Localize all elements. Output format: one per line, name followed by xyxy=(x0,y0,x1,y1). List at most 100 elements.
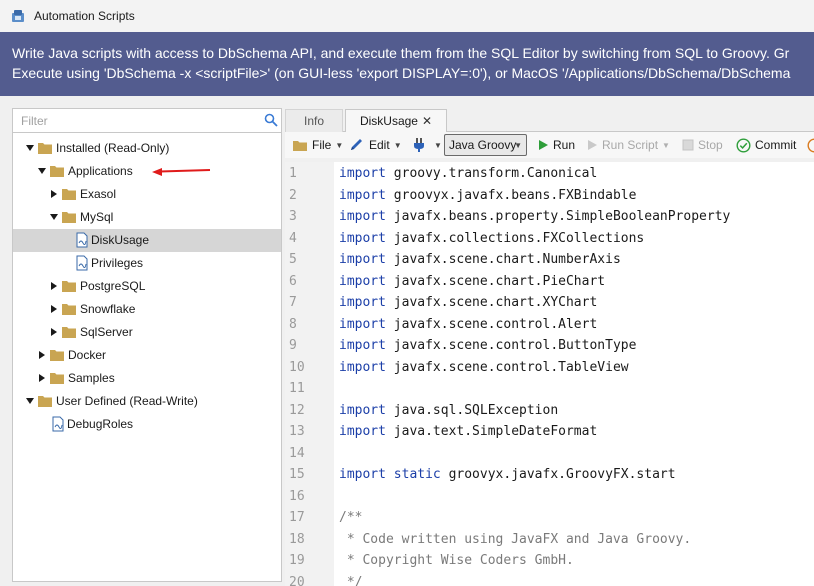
expand-right-icon[interactable] xyxy=(49,304,59,314)
stop-button[interactable]: Stop xyxy=(682,132,723,158)
script-file-icon xyxy=(76,232,88,248)
line-number: 9 xyxy=(289,338,297,353)
code-keyword: import xyxy=(339,359,386,375)
connection-button[interactable]: ▼ xyxy=(412,132,442,158)
tree-script-item[interactable]: DebugRoles xyxy=(13,413,281,436)
code-line: 15 import static groovyx.javafx.GroovyFX.… xyxy=(285,464,814,486)
line-number: 17 xyxy=(289,510,305,525)
expand-right-icon[interactable] xyxy=(49,327,59,337)
code-keyword: import xyxy=(339,209,386,224)
chevron-down-icon: ▼ xyxy=(335,140,344,150)
line-number: 11 xyxy=(289,381,305,396)
code-line: 4 import javafx.collections.FXCollections xyxy=(285,228,814,250)
tree-folder-item[interactable]: Samples xyxy=(13,367,281,390)
code-line: 6 import javafx.scene.chart.PieChart xyxy=(285,271,814,293)
folder-icon xyxy=(293,140,307,151)
commit-button[interactable]: Commit xyxy=(736,132,796,158)
pencil-icon xyxy=(351,139,362,150)
expand-down-icon[interactable] xyxy=(25,396,35,406)
code-comment: */ xyxy=(339,574,363,586)
language-select[interactable]: Java Groovy ▼ xyxy=(444,134,527,156)
folder-icon xyxy=(50,166,64,177)
tree-folder-item[interactable]: User Defined (Read-Write) xyxy=(13,390,281,413)
tree-item-label: MySql xyxy=(80,210,114,224)
code-keyword: import xyxy=(339,316,386,332)
code-identifier: javafx.scene.control.Alert xyxy=(385,316,598,332)
code-identifier: javafx.scene.chart.PieChart xyxy=(385,273,606,289)
folder-icon xyxy=(62,304,76,315)
commit-button-label: Commit xyxy=(755,138,797,152)
code-line: 20 */ xyxy=(285,572,814,586)
rollback-icon xyxy=(807,138,814,152)
folder-icon xyxy=(62,212,76,223)
code-identifier: groovy.transform.Canonical xyxy=(385,166,598,181)
tree-folder-item[interactable]: Snowflake xyxy=(13,298,281,321)
code-identifier: java.sql.SQLException xyxy=(385,402,559,418)
filter-input[interactable] xyxy=(13,109,253,132)
code-line: 5 import javafx.scene.chart.NumberAxis xyxy=(285,249,814,271)
code-identifier: groovyx.javafx.GroovyFX.start xyxy=(440,467,676,482)
code-line: 8 import javafx.scene.control.Alert xyxy=(285,314,814,336)
tree-folder-item[interactable]: PostgreSQL xyxy=(13,275,281,298)
file-menu-button[interactable]: File ▼ xyxy=(292,132,343,158)
edit-menu-label: Edit xyxy=(369,138,390,152)
expand-down-icon[interactable] xyxy=(49,212,59,222)
tree-item-label: Samples xyxy=(68,371,115,385)
edit-menu-button[interactable]: Edit ▼ xyxy=(349,132,402,158)
search-icon[interactable] xyxy=(264,113,278,127)
tab-info-label: Info xyxy=(303,114,324,128)
stop-icon xyxy=(682,139,694,151)
tree-item-label: DiskUsage xyxy=(91,233,150,247)
line-number: 5 xyxy=(289,252,297,267)
tree-folder-item[interactable]: Exasol xyxy=(13,183,281,206)
expand-down-icon[interactable] xyxy=(37,166,47,176)
expand-right-icon[interactable] xyxy=(37,373,47,383)
run-button[interactable]: Run xyxy=(537,132,575,158)
close-icon[interactable]: ✕ xyxy=(422,114,432,128)
tree-folder-item[interactable]: Docker xyxy=(13,344,281,367)
tab-diskusage[interactable]: DiskUsage ✕ xyxy=(345,109,447,133)
tab-info[interactable]: Info xyxy=(285,109,343,132)
tree-folder-item[interactable]: SqlServer xyxy=(13,321,281,344)
code-line: 7 import javafx.scene.chart.XYChart xyxy=(285,292,814,314)
stop-button-label: Stop xyxy=(698,138,723,152)
run-script-label: Run Script xyxy=(602,138,659,152)
check-circle-icon xyxy=(736,137,751,153)
line-number: 18 xyxy=(289,531,305,547)
tree-item-label: Exasol xyxy=(80,187,117,201)
scripts-tree: Installed (Read-Only) Applications Exasol M… xyxy=(13,137,281,436)
line-number: 19 xyxy=(289,553,305,568)
expand-down-icon[interactable] xyxy=(25,143,35,153)
tab-diskusage-label: DiskUsage xyxy=(359,114,418,128)
line-number: 16 xyxy=(289,488,305,504)
code-text: import groovy.transform.Canonical xyxy=(339,163,597,185)
run-script-button[interactable]: Run Script ▼ xyxy=(586,132,670,158)
code-keyword: import xyxy=(339,273,386,289)
code-line: 2 import groovyx.javafx.beans.FXBindable xyxy=(285,185,814,207)
tree-item-label: Docker xyxy=(68,348,107,362)
code-text: import java.sql.SQLException xyxy=(339,400,558,422)
code-text: import javafx.scene.chart.XYChart xyxy=(339,292,597,314)
rollback-button[interactable] xyxy=(807,132,814,158)
code-text: import javafx.scene.chart.NumberAxis xyxy=(339,249,621,271)
tree-folder-item[interactable]: Applications xyxy=(13,160,281,183)
tree-folder-item[interactable]: Installed (Read-Only) xyxy=(13,137,281,160)
tree-script-item[interactable]: DiskUsage xyxy=(13,229,281,252)
expand-right-icon[interactable] xyxy=(49,189,59,199)
line-number: 20 xyxy=(289,574,305,586)
code-line: 14 xyxy=(285,443,814,465)
expand-right-icon[interactable] xyxy=(49,281,59,291)
filter-bar xyxy=(13,109,281,133)
chevron-down-icon: ▼ xyxy=(662,140,670,150)
tree-folder-item[interactable]: MySql xyxy=(13,206,281,229)
code-keyword: import xyxy=(339,230,386,246)
tree-script-item[interactable]: Privileges xyxy=(13,252,281,275)
expand-right-icon[interactable] xyxy=(37,350,47,360)
code-editor[interactable]: 1 import groovy.transform.Canonical 2 impor… xyxy=(285,162,814,586)
code-identifier: javafx.scene.chart.NumberAxis xyxy=(385,252,621,267)
line-number: 15 xyxy=(289,467,305,482)
banner-line-1: Write Java scripts with access to DbSche… xyxy=(12,45,790,61)
line-number: 8 xyxy=(289,316,297,332)
plug-icon xyxy=(414,138,424,152)
line-number: 2 xyxy=(289,187,297,203)
